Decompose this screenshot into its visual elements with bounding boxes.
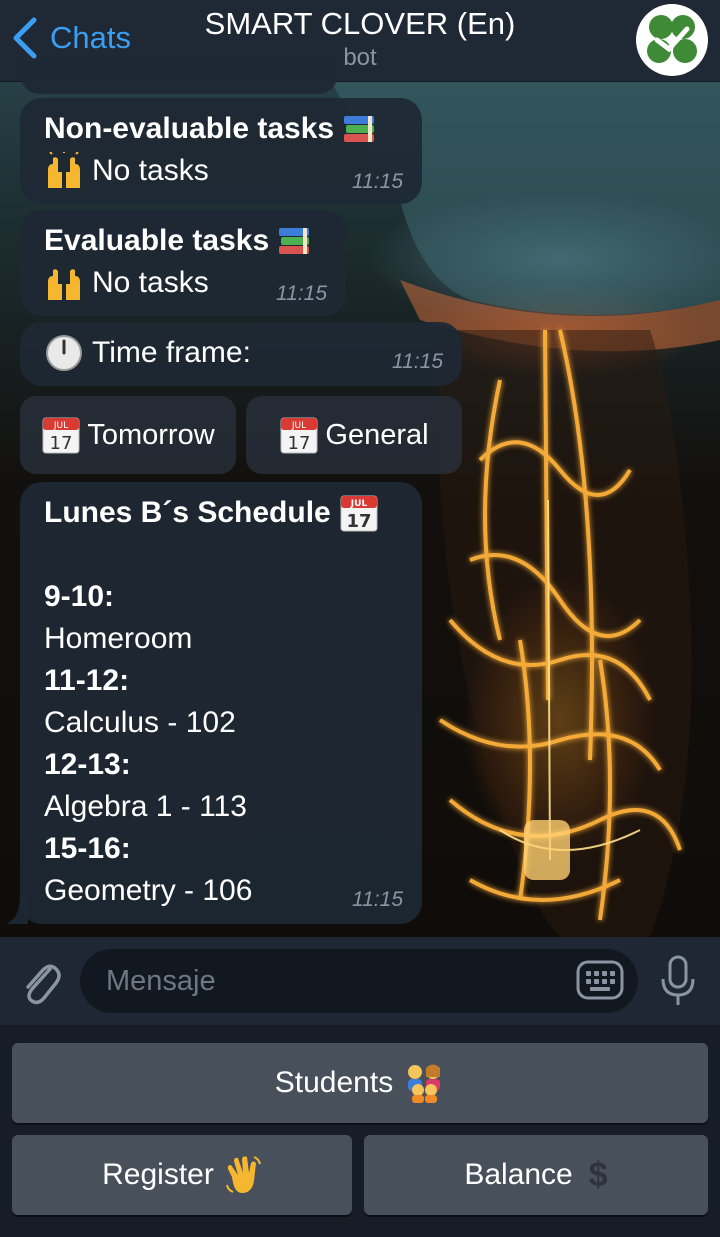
keyboard-icon[interactable] bbox=[576, 959, 624, 1001]
register-button[interactable]: Register bbox=[12, 1135, 352, 1215]
microphone-icon[interactable] bbox=[658, 953, 698, 1009]
message-body: No tasks bbox=[92, 154, 209, 187]
svg-text:17: 17 bbox=[288, 433, 311, 454]
previous-message bbox=[20, 60, 338, 94]
svg-text:JUL: JUL bbox=[291, 421, 306, 431]
books-icon bbox=[344, 116, 375, 142]
balance-button[interactable]: Balance $ bbox=[364, 1135, 708, 1215]
message-input-bar: Mensaje bbox=[0, 937, 720, 1025]
inline-button-general[interactable]: JUL 17 General bbox=[246, 396, 462, 474]
message-input[interactable]: Mensaje bbox=[80, 949, 638, 1013]
paperclip-icon[interactable] bbox=[18, 955, 62, 1007]
schedule-slot: 11-12: bbox=[44, 664, 130, 697]
svg-text:JUL: JUL bbox=[53, 421, 68, 431]
schedule-subject: Homeroom bbox=[44, 622, 193, 655]
schedule-subject: Algebra 1 - 113 bbox=[44, 790, 247, 823]
schedule-subject: Calculus - 102 bbox=[44, 706, 236, 739]
back-label: Chats bbox=[50, 20, 131, 55]
svg-text:17: 17 bbox=[50, 433, 73, 454]
raised-hands-icon bbox=[48, 269, 80, 300]
message-schedule: Lunes B´s Schedule JUL 17 9-10: Homeroom… bbox=[20, 482, 422, 924]
calendar-icon: JUL 17 bbox=[340, 495, 378, 532]
balance-label: Balance bbox=[464, 1158, 573, 1191]
chat-title: SMART CLOVER (En) bbox=[204, 6, 516, 41]
message-title: Non-evaluable tasks bbox=[44, 112, 335, 145]
waving-hand-icon bbox=[225, 1156, 261, 1193]
message-evaluable: Evaluable tasks No tasks 11:15 bbox=[20, 210, 346, 316]
message-time: 11:15 bbox=[276, 282, 327, 305]
message-input-placeholder: Mensaje bbox=[106, 964, 216, 997]
bot-reply-keyboard: Students Register Balance $ bbox=[0, 1025, 720, 1237]
students-button[interactable]: Students bbox=[12, 1043, 708, 1123]
bubble-tail bbox=[6, 896, 28, 924]
svg-text:17: 17 bbox=[346, 511, 371, 532]
message-title: Evaluable tasks bbox=[44, 224, 270, 257]
clock-icon bbox=[46, 335, 82, 371]
svg-text:JUL: JUL bbox=[350, 499, 368, 509]
calendar-icon: JUL 17 bbox=[280, 417, 318, 454]
inline-button-tomorrow[interactable]: JUL 17 Tomorrow bbox=[20, 396, 236, 474]
clover-logo-icon bbox=[641, 9, 703, 71]
inline-button-label: General bbox=[325, 418, 429, 451]
schedule-slot: 9-10: bbox=[44, 580, 115, 613]
message-text: Time frame: bbox=[92, 336, 251, 369]
register-label: Register bbox=[102, 1158, 214, 1191]
message-time-frame: Time frame: 11:15 bbox=[20, 322, 462, 386]
students-label: Students bbox=[274, 1066, 394, 1099]
back-button[interactable]: Chats bbox=[10, 10, 131, 66]
raised-hands-icon bbox=[48, 152, 80, 188]
chevron-left-icon bbox=[13, 17, 37, 59]
message-time: 11:15 bbox=[392, 350, 443, 373]
dollar-sign-icon: $ bbox=[588, 1155, 608, 1194]
inline-button-label: Tomorrow bbox=[87, 418, 215, 451]
books-icon bbox=[279, 228, 310, 254]
message-body: No tasks bbox=[92, 266, 209, 299]
calendar-icon: JUL 17 bbox=[42, 417, 80, 454]
family-icon bbox=[408, 1064, 441, 1103]
schedule-title: Lunes B´s Schedule bbox=[44, 496, 331, 529]
message-non-evaluable: Non-evaluable tasks No tasks 11:15 bbox=[20, 98, 422, 204]
bot-avatar[interactable] bbox=[636, 4, 708, 76]
message-time: 11:15 bbox=[352, 170, 403, 193]
schedule-slot: 15-16: bbox=[44, 832, 131, 865]
schedule-slot: 12-13: bbox=[44, 748, 131, 781]
message-time: 11:15 bbox=[352, 888, 403, 911]
